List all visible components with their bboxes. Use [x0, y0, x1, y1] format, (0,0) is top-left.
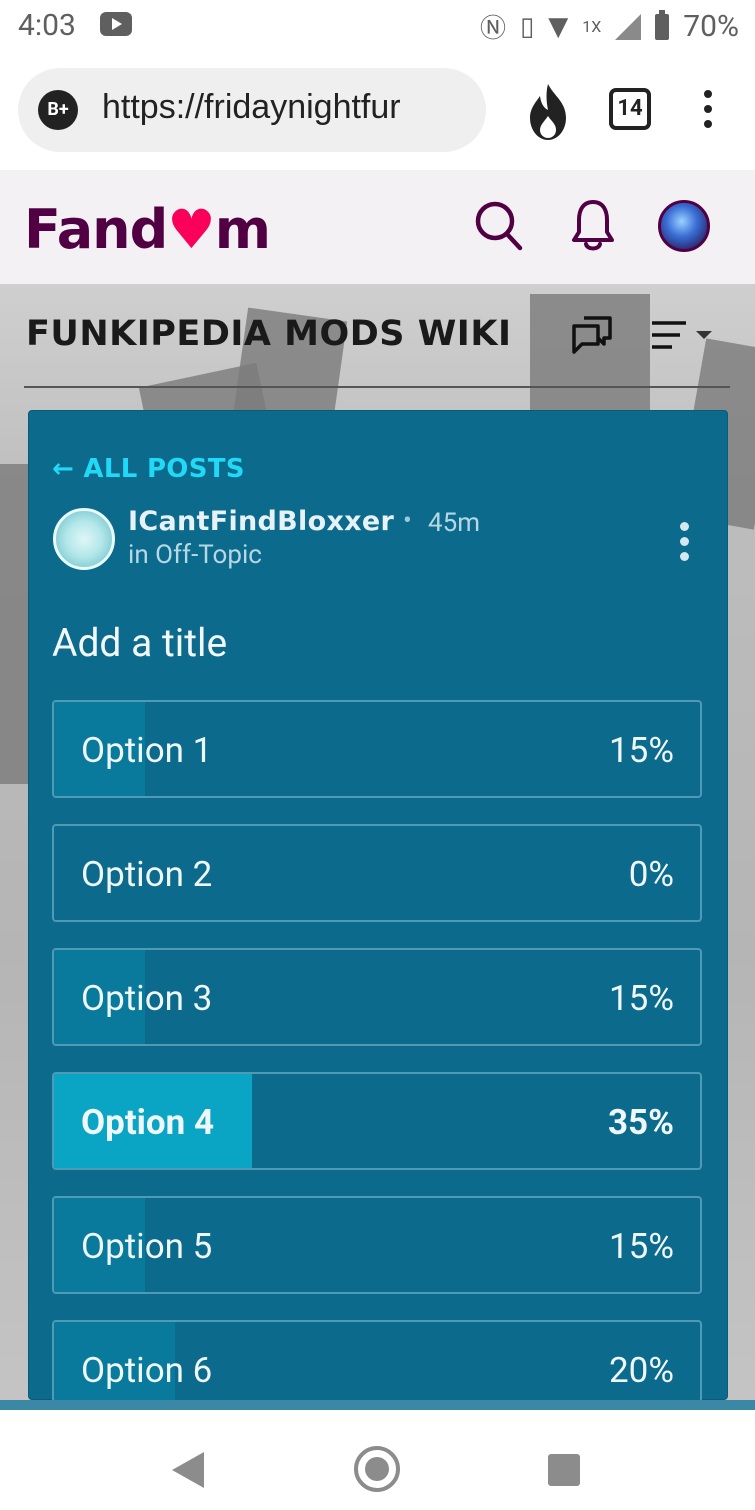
- poll-option-percent: 15%: [609, 1226, 674, 1267]
- wiki-header-divider: [24, 386, 730, 388]
- recents-icon[interactable]: [548, 1454, 580, 1486]
- poll-option[interactable]: Option 4 35%: [52, 1072, 702, 1170]
- battery-icon: [655, 9, 670, 40]
- logo-heart-icon: ♥: [167, 198, 215, 261]
- post-time: 45m: [428, 508, 481, 538]
- tab-count-button[interactable]: 14: [609, 88, 651, 130]
- poll-option[interactable]: Option 2 0%: [52, 824, 702, 922]
- author-avatar[interactable]: [53, 508, 115, 570]
- poll-option-percent: 15%: [609, 978, 674, 1019]
- poll-option[interactable]: Option 3 15%: [52, 948, 702, 1046]
- battery-percent: 70%: [683, 9, 739, 44]
- browser-menu-icon[interactable]: [698, 90, 718, 134]
- network-type-label: 1X: [582, 17, 602, 36]
- url-text[interactable]: https://fridaynightfur: [102, 88, 472, 127]
- post-options-icon[interactable]: [676, 522, 692, 562]
- address-bar[interactable]: B+ https://fridaynightfur: [18, 68, 486, 152]
- home-icon[interactable]: [354, 1446, 400, 1492]
- status-icons: Ⓝ ▯ ▼ 1X 70%: [480, 8, 739, 45]
- profile-badge-icon[interactable]: B+: [38, 90, 78, 130]
- poll-option[interactable]: Option 5 15%: [52, 1196, 702, 1294]
- poll-option-percent: 15%: [609, 730, 674, 771]
- search-icon[interactable]: [474, 200, 524, 252]
- youtube-icon: [100, 12, 132, 36]
- poll-option-label: Option 2: [81, 854, 213, 895]
- status-time: 4:03: [18, 8, 76, 43]
- post-category[interactable]: in Off-Topic: [128, 540, 262, 570]
- back-icon[interactable]: [172, 1452, 204, 1488]
- poll-option-percent: 20%: [609, 1350, 674, 1391]
- logo-text-right: m: [214, 198, 271, 261]
- all-posts-link[interactable]: ← ALL POSTS: [52, 454, 245, 484]
- wiki-menu-icon[interactable]: [650, 318, 718, 352]
- poll-option-label: Option 4: [81, 1102, 215, 1143]
- signal-icon: [615, 13, 642, 40]
- poll-option[interactable]: Option 1 15%: [52, 700, 702, 798]
- system-nav-bar: [0, 1400, 755, 1510]
- poll-option-label: Option 6: [81, 1350, 213, 1391]
- poll-option-label: Option 3: [81, 978, 213, 1019]
- poll-option-label: Option 5: [81, 1226, 213, 1267]
- flame-icon[interactable]: [524, 82, 572, 142]
- author-name[interactable]: ICantFindBloxxer: [128, 506, 394, 537]
- poll-option-label: Option 1: [81, 730, 213, 771]
- fandom-logo[interactable]: Fand♥m: [24, 198, 271, 261]
- status-bar: 4:03 Ⓝ ▯ ▼ 1X 70%: [0, 0, 755, 54]
- meta-separator: •: [403, 506, 412, 536]
- poll-option-percent: 35%: [607, 1102, 674, 1143]
- user-avatar[interactable]: [658, 200, 710, 252]
- vibrate-icon: ▯: [519, 11, 535, 42]
- wifi-icon: ▼: [548, 11, 569, 42]
- bell-icon[interactable]: [570, 198, 616, 254]
- fandom-header: Fand♥m: [0, 170, 755, 284]
- logo-text-left: Fand: [24, 198, 168, 261]
- poll-option-percent: 0%: [628, 854, 674, 895]
- nfc-icon: Ⓝ: [479, 14, 506, 44]
- wiki-title[interactable]: FUNKIPEDIA MODS WIKI: [26, 314, 511, 354]
- poll-title: Add a title: [52, 620, 228, 666]
- discussions-icon[interactable]: [570, 314, 614, 356]
- browser-toolbar: B+ https://fridaynightfur 14: [0, 54, 755, 170]
